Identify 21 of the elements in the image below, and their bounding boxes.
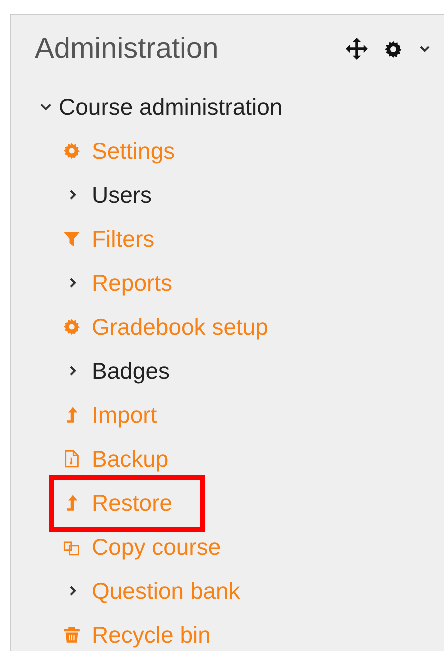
menu-link[interactable]: Reports — [92, 270, 173, 296]
gear-icon — [63, 142, 81, 160]
menu-link[interactable]: Backup — [92, 446, 169, 472]
menu-link[interactable]: Gradebook setup — [92, 314, 268, 340]
menu-link[interactable]: Copy course — [92, 534, 222, 560]
filter-icon — [63, 230, 81, 248]
menu-link[interactable]: Recycle bin — [92, 622, 211, 648]
file-icon — [63, 450, 81, 468]
menu-link[interactable]: Question bank — [92, 578, 240, 604]
menu-link[interactable]: Import — [92, 402, 158, 428]
block-title: Administration — [35, 32, 220, 66]
move-icon[interactable] — [346, 38, 368, 60]
menu-link[interactable]: Settings — [92, 138, 176, 164]
tree-item[interactable]: Badges — [92, 358, 170, 384]
settings-icon[interactable] — [384, 40, 403, 58]
menu-link[interactable]: Restore — [92, 490, 173, 516]
tree-item[interactable]: Course administration — [59, 94, 283, 120]
menu-link[interactable]: Filters — [92, 226, 155, 252]
gear-icon — [63, 318, 81, 336]
tree-item[interactable]: Users — [92, 182, 152, 208]
trash-icon — [63, 626, 81, 644]
